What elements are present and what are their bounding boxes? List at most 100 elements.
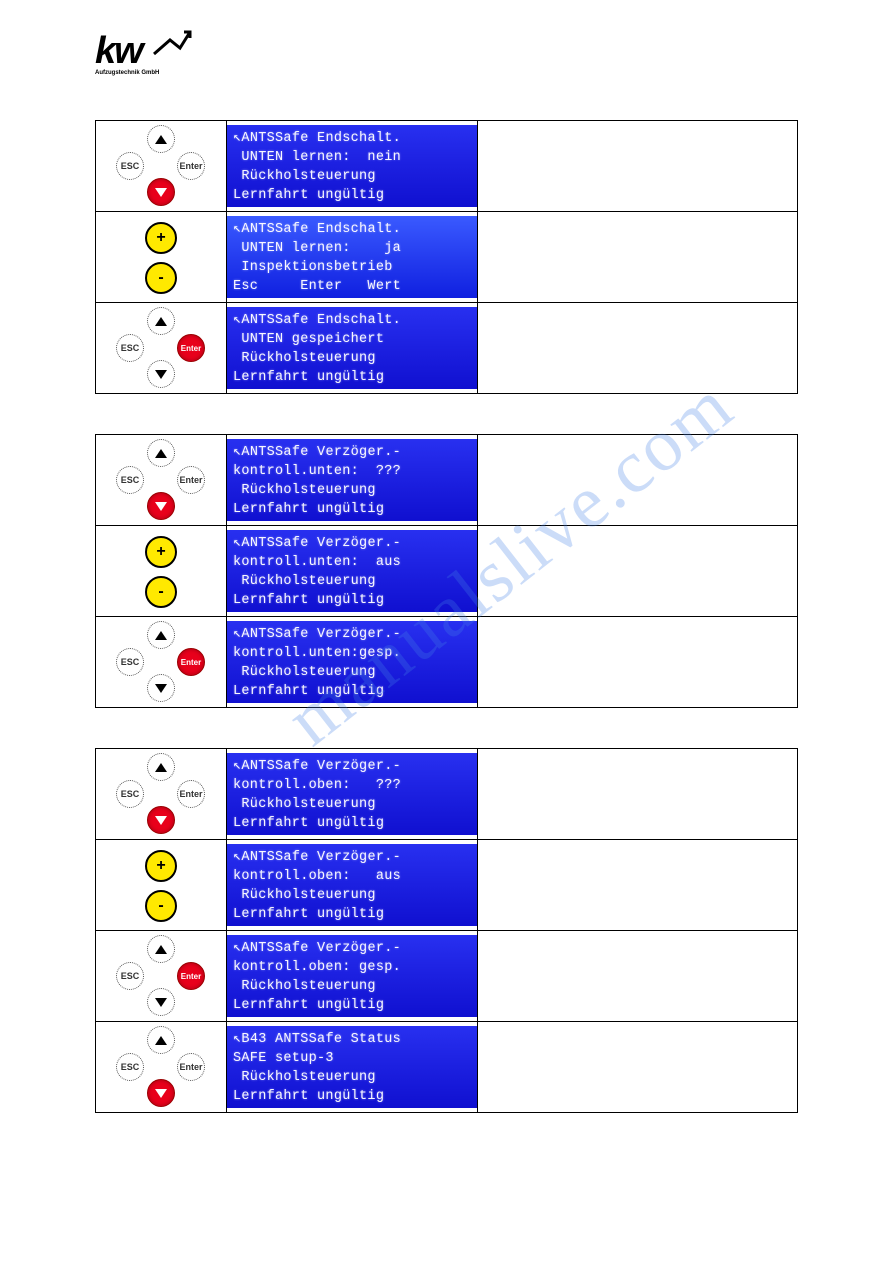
lcd-cell: ↖ANTSSafe Verzöger.- kontroll.unten:gesp…	[227, 617, 478, 708]
table-row: ESC Enter ↖ANTSSafe Verzöger.- kontroll.ob…	[96, 931, 798, 1022]
button-cluster: ESC Enter	[101, 751, 221, 837]
lcd-display: ↖ANTSSafe Endschalt. UNTEN lernen: ja In…	[227, 216, 477, 298]
esc-button[interactable]: ESC	[116, 1053, 144, 1081]
enter-button[interactable]: Enter	[177, 334, 205, 362]
esc-button[interactable]: ESC	[116, 962, 144, 990]
button-cluster: +-	[101, 842, 221, 928]
lcd-display: ↖ANTSSafe Verzöger.- kontroll.oben: gesp…	[227, 935, 477, 1017]
logo-subtitle: Aufzugstechnik GmbH	[95, 70, 159, 76]
description-cell	[478, 749, 798, 840]
lcd-display: ↖ANTSSafe Verzöger.- kontroll.oben: aus …	[227, 844, 477, 926]
down-button[interactable]	[147, 360, 175, 388]
buttons-cell: +-	[96, 526, 227, 617]
plus-button[interactable]: +	[145, 222, 177, 254]
enter-button[interactable]: Enter	[177, 648, 205, 676]
buttons-cell: +-	[96, 840, 227, 931]
enter-button[interactable]: Enter	[177, 962, 205, 990]
instruction-table: ESC Enter ↖ANTSSafe Endschalt. UNTEN lerne…	[95, 120, 798, 394]
table-row: ESC Enter ↖ANTSSafe Verzöger.- kontroll.ob…	[96, 749, 798, 840]
lcd-cell: ↖ANTSSafe Verzöger.- kontroll.oben: ??? …	[227, 749, 478, 840]
down-button[interactable]	[147, 988, 175, 1016]
minus-button[interactable]: -	[145, 262, 177, 294]
down-button[interactable]	[147, 674, 175, 702]
description-cell	[478, 526, 798, 617]
table-row: ESC Enter ↖ANTSSafe Verzöger.- kontroll.un…	[96, 617, 798, 708]
up-button[interactable]	[147, 753, 175, 781]
description-cell	[478, 435, 798, 526]
table-row: +-↖ANTSSafe Endschalt. UNTEN lernen: ja …	[96, 212, 798, 303]
table-row: ESC Enter ↖ANTSSafe Endschalt. UNTEN gespe…	[96, 303, 798, 394]
down-button[interactable]	[147, 492, 175, 520]
lcd-display: ↖ANTSSafe Endschalt. UNTEN lernen: nein …	[227, 125, 477, 207]
button-cluster: +-	[101, 214, 221, 300]
lcd-display: ↖ANTSSafe Verzöger.- kontroll.unten: ???…	[227, 439, 477, 521]
button-cluster: ESC Enter	[101, 933, 221, 1019]
plus-button[interactable]: +	[145, 536, 177, 568]
up-button[interactable]	[147, 307, 175, 335]
table-row: +-↖ANTSSafe Verzöger.- kontroll.oben: au…	[96, 840, 798, 931]
lcd-cell: ↖ANTSSafe Verzöger.- kontroll.unten: aus…	[227, 526, 478, 617]
lcd-cell: ↖ANTSSafe Endschalt. UNTEN gespeichert R…	[227, 303, 478, 394]
enter-button[interactable]: Enter	[177, 780, 205, 808]
buttons-cell: ESC Enter	[96, 1022, 227, 1113]
description-cell	[478, 1022, 798, 1113]
lcd-cell: ↖ANTSSafe Endschalt. UNTEN lernen: ja In…	[227, 212, 478, 303]
esc-button[interactable]: ESC	[116, 466, 144, 494]
buttons-cell: ESC Enter	[96, 617, 227, 708]
buttons-cell: ESC Enter	[96, 931, 227, 1022]
lcd-cell: ↖ANTSSafe Verzöger.- kontroll.unten: ???…	[227, 435, 478, 526]
table-row: ESC Enter ↖ANTSSafe Endschalt. UNTEN lerne…	[96, 121, 798, 212]
lcd-display: ↖ANTSSafe Verzöger.- kontroll.unten: aus…	[227, 530, 477, 612]
logo-arrow-icon	[152, 28, 192, 58]
esc-button[interactable]: ESC	[116, 334, 144, 362]
lcd-display: ↖ANTSSafe Verzöger.- kontroll.unten:gesp…	[227, 621, 477, 703]
plus-button[interactable]: +	[145, 850, 177, 882]
lcd-display: ↖B43 ANTSSafe Status SAFE setup-3 Rückho…	[227, 1026, 477, 1108]
description-cell	[478, 121, 798, 212]
esc-button[interactable]: ESC	[116, 648, 144, 676]
buttons-cell: ESC Enter	[96, 121, 227, 212]
instruction-table: ESC Enter ↖ANTSSafe Verzöger.- kontroll.un…	[95, 434, 798, 708]
button-cluster: +-	[101, 528, 221, 614]
esc-button[interactable]: ESC	[116, 780, 144, 808]
lcd-display: ↖ANTSSafe Verzöger.- kontroll.oben: ??? …	[227, 753, 477, 835]
table-row: ESC Enter ↖B43 ANTSSafe Status SAFE setup-…	[96, 1022, 798, 1113]
button-cluster: ESC Enter	[101, 123, 221, 209]
enter-button[interactable]: Enter	[177, 152, 205, 180]
button-cluster: ESC Enter	[101, 437, 221, 523]
description-cell	[478, 617, 798, 708]
minus-button[interactable]: -	[145, 576, 177, 608]
lcd-cell: ↖ANTSSafe Verzöger.- kontroll.oben: gesp…	[227, 931, 478, 1022]
up-button[interactable]	[147, 1026, 175, 1054]
down-button[interactable]	[147, 178, 175, 206]
button-cluster: ESC Enter	[101, 305, 221, 391]
table-row: ESC Enter ↖ANTSSafe Verzöger.- kontroll.un…	[96, 435, 798, 526]
lcd-cell: ↖ANTSSafe Verzöger.- kontroll.oben: aus …	[227, 840, 478, 931]
button-cluster: ESC Enter	[101, 619, 221, 705]
lcd-cell: ↖B43 ANTSSafe Status SAFE setup-3 Rückho…	[227, 1022, 478, 1113]
enter-button[interactable]: Enter	[177, 466, 205, 494]
up-button[interactable]	[147, 621, 175, 649]
description-cell	[478, 840, 798, 931]
lcd-display: ↖ANTSSafe Endschalt. UNTEN gespeichert R…	[227, 307, 477, 389]
description-cell	[478, 212, 798, 303]
buttons-cell: ESC Enter	[96, 303, 227, 394]
buttons-cell: ESC Enter	[96, 435, 227, 526]
buttons-cell: ESC Enter	[96, 749, 227, 840]
buttons-cell: +-	[96, 212, 227, 303]
button-cluster: ESC Enter	[101, 1024, 221, 1110]
logo-text: kw	[95, 30, 142, 73]
up-button[interactable]	[147, 439, 175, 467]
minus-button[interactable]: -	[145, 890, 177, 922]
up-button[interactable]	[147, 125, 175, 153]
description-cell	[478, 931, 798, 1022]
lcd-cell: ↖ANTSSafe Endschalt. UNTEN lernen: nein …	[227, 121, 478, 212]
instruction-table: ESC Enter ↖ANTSSafe Verzöger.- kontroll.ob…	[95, 748, 798, 1113]
down-button[interactable]	[147, 806, 175, 834]
down-button[interactable]	[147, 1079, 175, 1107]
esc-button[interactable]: ESC	[116, 152, 144, 180]
description-cell	[478, 303, 798, 394]
enter-button[interactable]: Enter	[177, 1053, 205, 1081]
up-button[interactable]	[147, 935, 175, 963]
table-row: +-↖ANTSSafe Verzöger.- kontroll.unten: a…	[96, 526, 798, 617]
